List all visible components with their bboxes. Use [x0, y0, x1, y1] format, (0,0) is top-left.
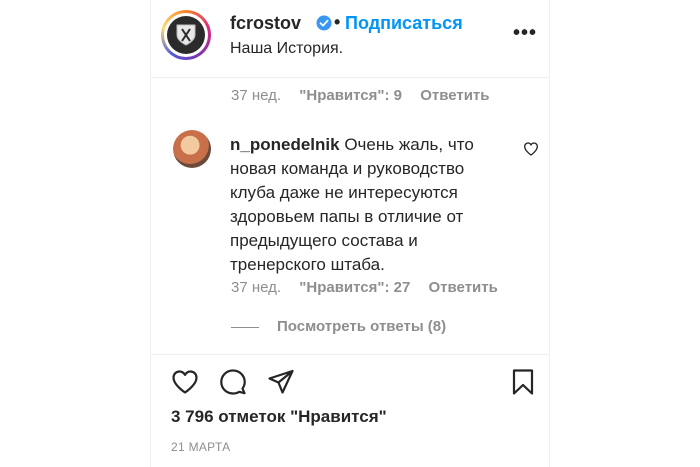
club-logo-icon [167, 16, 205, 54]
comment-age: 37 нед. [231, 279, 282, 296]
verified-badge-icon [316, 15, 332, 31]
follow-button[interactable]: Подписаться [345, 13, 463, 34]
comment-icon[interactable] [219, 368, 247, 396]
replies-line [231, 326, 259, 328]
share-icon[interactable] [267, 368, 295, 396]
comment-text: Очень жаль, что новая команда и руководс… [230, 135, 474, 274]
profile-avatar[interactable] [161, 10, 211, 60]
more-options-icon[interactable]: ••• [513, 23, 537, 43]
comment-heart-icon[interactable] [523, 141, 539, 157]
comment-meta: 37 нед. "Нравится": 27 Ответить [231, 279, 512, 296]
heart-icon[interactable] [171, 368, 199, 396]
post-panel: fcrostov • Подписаться Наша История. •••… [150, 0, 550, 467]
post-caption: Наша История. [230, 40, 344, 57]
view-replies-link[interactable]: Посмотреть ответы (8) [231, 318, 446, 335]
comment-likes[interactable]: "Нравится": 9 [299, 87, 402, 104]
separator-dot: • [334, 12, 341, 32]
comment-age: 37 нед. [231, 87, 282, 104]
bookmark-icon[interactable] [509, 368, 537, 396]
comment-body: n_ponedelnik Очень жаль, что новая коман… [230, 133, 510, 277]
divider [151, 354, 550, 355]
previous-comment-meta: 37 нед. "Нравится": 9 Ответить [231, 87, 504, 104]
post-header: fcrostov • Подписаться Наша История. ••• [151, 0, 550, 78]
post-date: 21 МАРТА [171, 440, 231, 454]
post-username[interactable]: fcrostov [230, 13, 301, 34]
reply-button[interactable]: Ответить [429, 279, 498, 296]
commenter-username[interactable]: n_ponedelnik [230, 135, 340, 154]
commenter-avatar[interactable] [173, 130, 211, 168]
comment-likes[interactable]: "Нравится": 27 [299, 279, 410, 296]
likes-count[interactable]: 3 796 отметок "Нравится" [171, 407, 387, 427]
reply-button[interactable]: Ответить [420, 87, 489, 104]
